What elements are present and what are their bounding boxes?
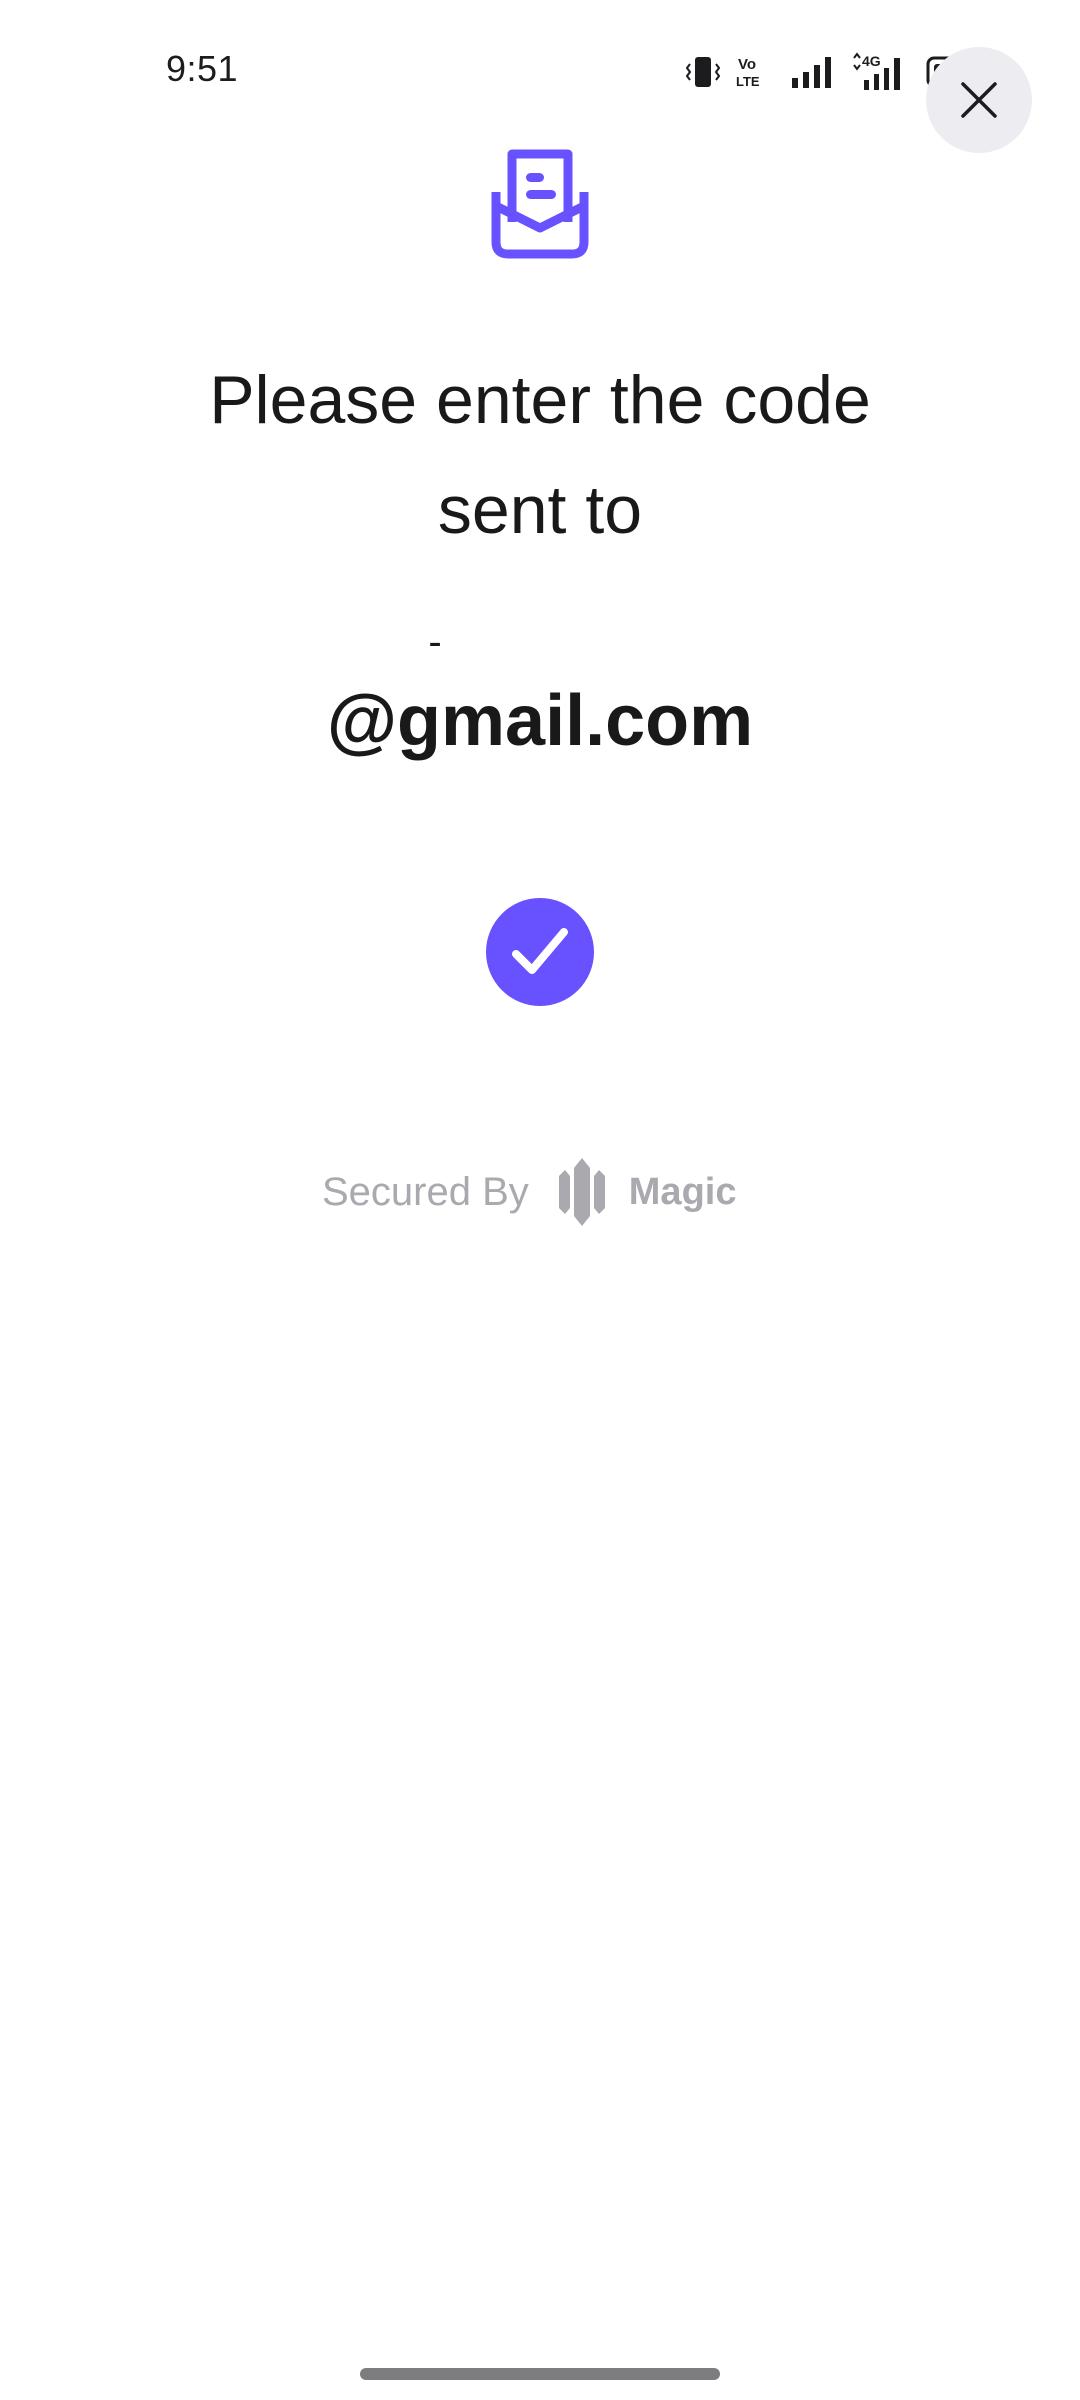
email-address: @gmail.com [326,681,754,761]
screen: 9:51 Vo LTE 4G Please enter the code sen… [0,0,1080,2400]
status-bar: 9:51 Vo LTE 4G [0,0,1080,140]
success-indicator [486,898,594,1006]
home-indicator[interactable] [360,2368,720,2380]
email-local-part: - [428,620,442,664]
volte-icon: Vo LTE [736,56,760,89]
magic-brand-name: Magic [628,1170,737,1213]
status-time: 9:51 [166,48,239,89]
magic-logo-icon [558,1158,605,1226]
svg-text:Vo: Vo [738,56,756,73]
secured-by-footer: Secured By Magic [322,1152,736,1232]
4g-signal-icon: 4G [853,52,900,90]
svg-text:4G: 4G [862,53,881,69]
heading-line-2: sent to [437,472,643,548]
page-title: Please enter the code sent to [140,345,940,565]
close-icon [961,82,997,118]
close-button[interactable] [926,47,1032,153]
open-envelope-icon [491,149,589,259]
check-icon [512,928,568,974]
secured-by-label: Secured By [322,1169,529,1214]
signal-icon [792,57,831,88]
svg-text:LTE: LTE [736,74,760,89]
vibrate-icon [686,57,720,87]
heading-line-1: Please enter the code [209,362,871,438]
